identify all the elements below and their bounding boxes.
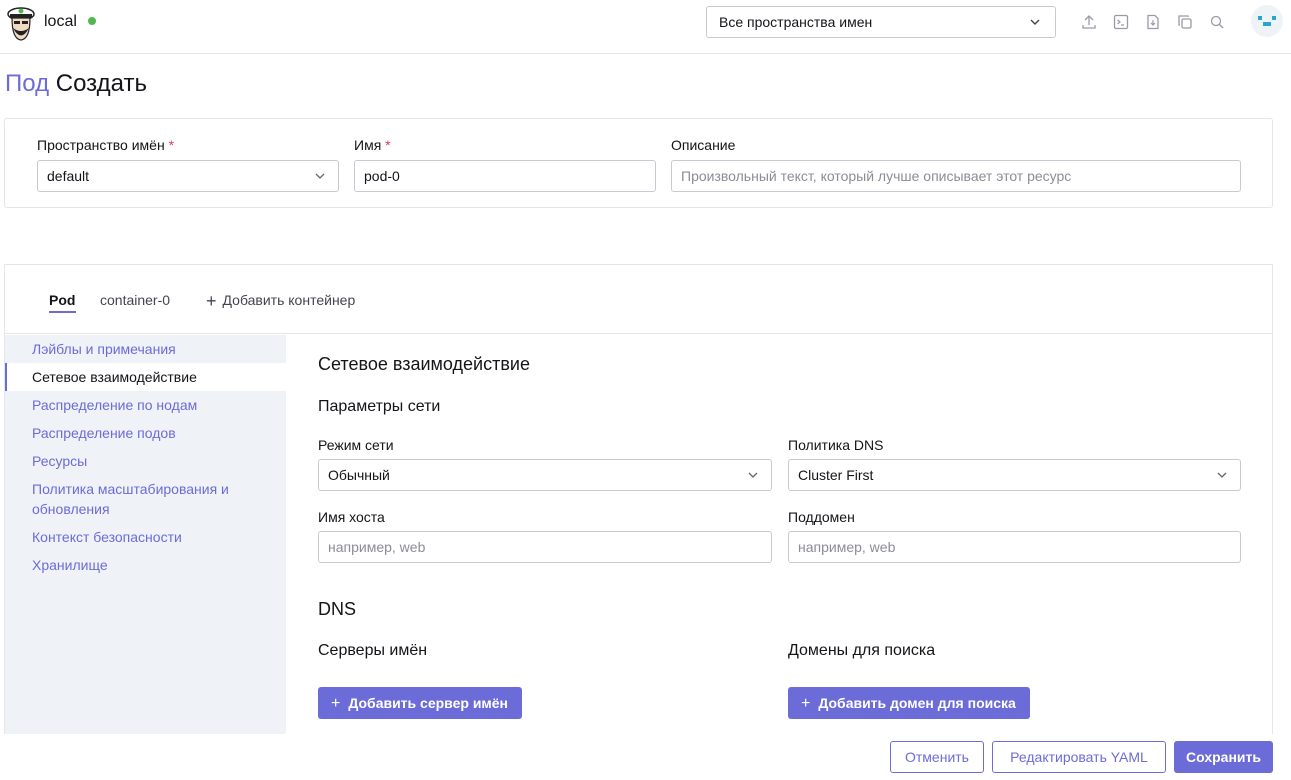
network-mode-select[interactable]: Обычный: [318, 459, 772, 491]
nav-item-node-scheduling[interactable]: Распределение по нодам: [5, 395, 286, 415]
namespace-select[interactable]: default: [37, 160, 339, 192]
required-mark: *: [385, 137, 391, 153]
dns-policy-select[interactable]: Cluster First: [788, 459, 1241, 491]
search-domains-title: Домены для поиска: [788, 642, 936, 659]
pod-section-nav: Лэйблы и примечания Сетевое взаимодейств…: [5, 335, 286, 734]
description-field-label: Описание: [671, 137, 736, 153]
subdomain-label: Поддомен: [788, 509, 855, 525]
hostname-placeholder: например, web: [328, 539, 426, 555]
network-mode-value: Обычный: [328, 467, 390, 483]
nav-item-labels[interactable]: Лэйблы и примечания: [5, 339, 286, 359]
download-file-icon[interactable]: [1144, 13, 1162, 31]
cancel-button[interactable]: Отменить: [890, 741, 984, 773]
chevron-down-icon: [748, 472, 758, 478]
user-avatar[interactable]: [1251, 5, 1283, 37]
name-field-label: Имя *: [354, 137, 391, 153]
hostname-input[interactable]: например, web: [318, 531, 772, 563]
hostname-label: Имя хоста: [318, 509, 385, 525]
edit-yaml-button[interactable]: Редактировать YAML: [992, 741, 1166, 773]
cluster-name[interactable]: local: [44, 13, 77, 31]
description-input[interactable]: Произвольный текст, который лучше описыв…: [671, 160, 1241, 192]
active-tab-indicator: [49, 311, 76, 313]
network-mode-label: Режим сети: [318, 437, 394, 453]
nav-item-security-context[interactable]: Контекст безопасности: [5, 527, 286, 547]
plus-icon: +: [801, 695, 811, 712]
name-input[interactable]: pod-0: [354, 160, 656, 192]
subdomain-input[interactable]: например, web: [788, 531, 1241, 563]
nav-item-storage[interactable]: Хранилище: [5, 555, 286, 575]
dns-section-title: DNS: [318, 599, 357, 619]
add-container-button[interactable]: + Добавить контейнер: [206, 291, 356, 311]
nav-item-networking[interactable]: Сетевое взаимодействие: [5, 363, 286, 391]
namespace-select-value: default: [47, 168, 90, 184]
copy-icon[interactable]: [1176, 13, 1194, 31]
namespace-label-text: Пространство имён: [37, 137, 165, 153]
resource-meta-card: Пространство имён * default Имя * pod-0 …: [4, 118, 1273, 208]
tab-pod[interactable]: Pod: [49, 292, 75, 308]
add-container-label: Добавить контейнер: [222, 292, 356, 308]
description-placeholder: Произвольный текст, который лучше описыв…: [681, 168, 1072, 184]
tab-container-0[interactable]: container-0: [100, 292, 170, 308]
plus-icon: +: [331, 695, 341, 712]
dns-policy-value: Cluster First: [798, 467, 874, 483]
page-title: Под Создать: [5, 70, 147, 98]
plus-icon: +: [206, 291, 217, 311]
add-search-domain-label: Добавить домен для поиска: [818, 695, 1016, 711]
upload-icon[interactable]: [1080, 13, 1098, 31]
pod-config-card: Pod container-0 + Добавить контейнер Лэйб…: [4, 264, 1273, 734]
add-search-domain-button[interactable]: + Добавить домен для поиска: [788, 687, 1030, 719]
chevron-down-icon: [1030, 19, 1040, 25]
subdomain-placeholder: например, web: [798, 539, 896, 555]
dns-policy-label: Политика DNS: [788, 437, 884, 453]
avatar-pattern-icon: [1258, 16, 1276, 26]
add-nameserver-label: Добавить сервер имён: [348, 695, 509, 711]
networking-section-title: Сетевое взаимодействие: [318, 354, 530, 374]
nav-item-pod-scheduling[interactable]: Распределение подов: [5, 423, 286, 443]
namespace-field-label: Пространство имён *: [37, 137, 174, 153]
name-input-value: pod-0: [364, 168, 400, 184]
namespace-filter-value: Все пространства имен: [719, 14, 873, 30]
save-button[interactable]: Сохранить: [1174, 741, 1273, 773]
chevron-down-icon: [1217, 472, 1227, 478]
page-title-resource-link[interactable]: Под: [5, 70, 49, 97]
chevron-down-icon: [315, 173, 325, 179]
add-nameserver-button[interactable]: + Добавить сервер имён: [318, 687, 523, 719]
terminal-icon[interactable]: [1112, 13, 1130, 31]
cluster-status-dot: [88, 17, 96, 25]
search-icon[interactable]: [1208, 13, 1226, 31]
top-header: local Все пространства имен: [0, 0, 1291, 54]
nameservers-title: Серверы имён: [318, 642, 428, 659]
nav-item-resources[interactable]: Ресурсы: [5, 451, 286, 471]
network-params-title: Параметры сети: [318, 398, 441, 415]
required-mark: *: [168, 137, 175, 153]
container-tabs: Pod container-0 + Добавить контейнер: [5, 265, 1272, 334]
page-title-action: Создать: [55, 70, 147, 97]
namespace-filter-select[interactable]: Все пространства имен: [706, 6, 1056, 38]
cluster-logo-icon[interactable]: [5, 3, 37, 43]
name-label-text: Имя: [354, 137, 382, 153]
nav-item-scaling-policy[interactable]: Политика масштабирования и обновления: [5, 479, 255, 519]
